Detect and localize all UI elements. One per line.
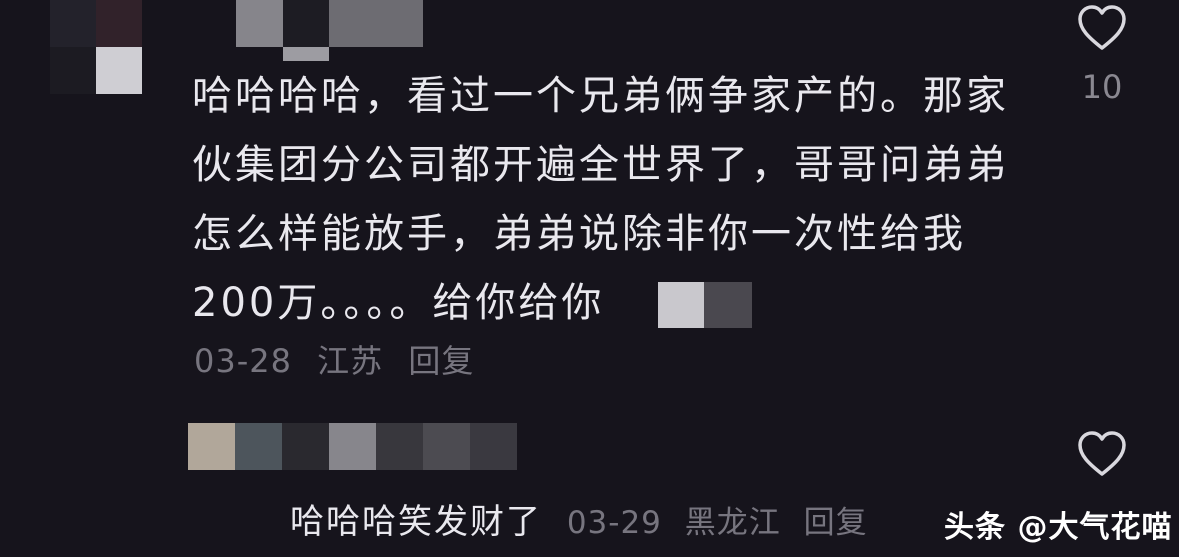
comment-line: 怎么样能放手，弟弟说除非你一次性给我 <box>192 211 966 257</box>
comment-screen: 哈哈哈哈，看过一个兄弟俩争家产的。那家 伙集团分公司都开遍全世界了，哥哥问弟弟 … <box>0 0 1179 557</box>
reply-text: 哈哈哈笑发财了 <box>290 502 542 542</box>
watermark: 头条 @大气花喵 <box>944 510 1173 545</box>
reply-button[interactable]: 回复 <box>804 505 868 541</box>
reply-comment: 哈哈哈笑发财了 03-29 黑龙江 回复 <box>290 494 880 543</box>
comment-text: 哈哈哈哈，看过一个兄弟俩争家产的。那家 伙集团分公司都开遍全世界了，哥哥问弟弟 … <box>192 62 1022 338</box>
reply-date: 03-29 <box>566 505 662 541</box>
heart-icon[interactable] <box>1076 4 1128 52</box>
like-count: 10 <box>1081 68 1123 106</box>
reply-meta: 03-29 黑龙江 回复 <box>567 505 880 541</box>
comment-line: 哈哈哈哈，看过一个兄弟俩争家产的。那家 <box>192 73 1009 119</box>
reply-location: 黑龙江 <box>684 505 781 541</box>
comment-line: 200万。。。。给你给你 <box>192 280 605 326</box>
comment-meta: 03-28 江苏 回复 <box>194 336 488 382</box>
comment-line: 伙集团分公司都开遍全世界了，哥哥问弟弟 <box>192 142 1009 188</box>
comment-date: 03-28 <box>194 342 292 380</box>
heart-icon[interactable] <box>1076 430 1128 478</box>
comment-location: 江苏 <box>317 342 384 380</box>
reply-button[interactable]: 回复 <box>408 342 474 380</box>
